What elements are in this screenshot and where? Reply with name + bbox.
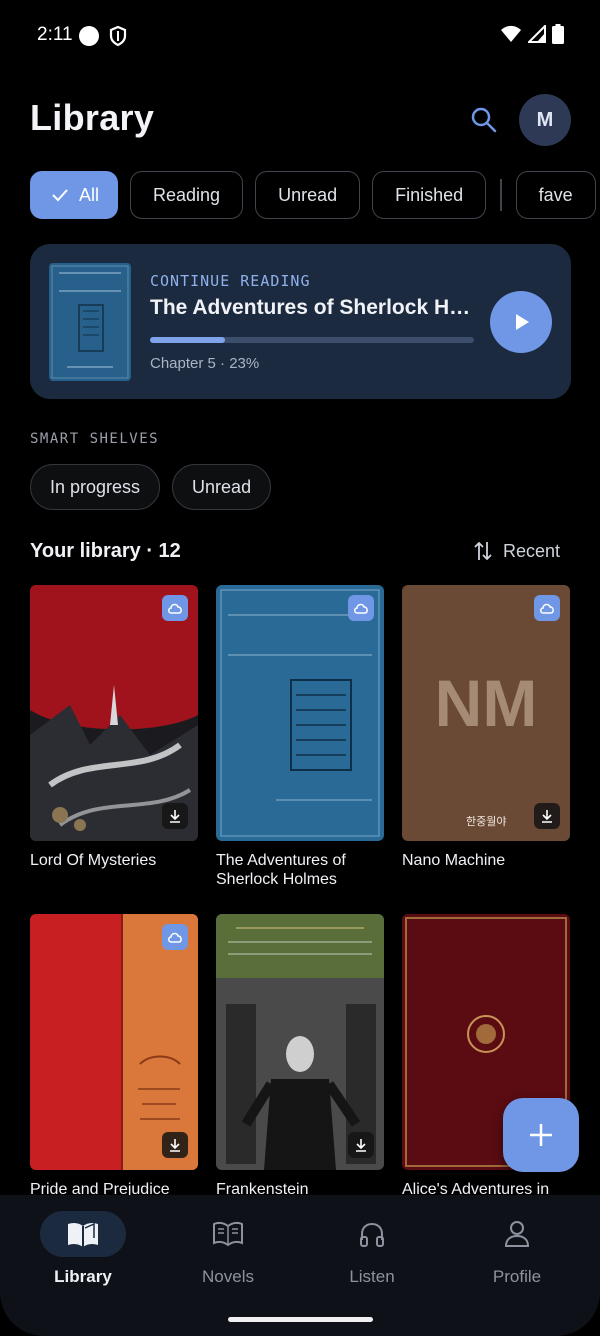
status-icons: [500, 24, 564, 44]
smart-shelves-heading: SMART SHELVES: [30, 431, 160, 447]
add-book-button[interactable]: [503, 1098, 579, 1172]
search-icon: [471, 107, 497, 133]
book-cover: [30, 585, 198, 841]
notification-dot-icon: [79, 26, 99, 46]
continue-meta: Chapter 5 · 23%: [150, 355, 260, 372]
book-card-frankenstein[interactable]: Frankenstein: [216, 914, 384, 1199]
wifi-icon: [501, 25, 521, 42]
book-card-lord-of-mysteries[interactable]: Lord Of Mysteries: [30, 585, 198, 870]
play-button[interactable]: [490, 291, 552, 353]
battery-icon: [552, 24, 564, 44]
nav-library[interactable]: Library: [23, 1211, 143, 1287]
page-title: Library: [30, 97, 155, 138]
plus-icon: [530, 1124, 552, 1146]
downloaded-icon: [162, 803, 188, 829]
filter-chip-label: fave: [538, 184, 573, 205]
cloud-sync-icon: [534, 595, 560, 621]
downloaded-icon: [348, 1132, 374, 1158]
book-title: The Adventures of Sherlock Holmes: [216, 852, 346, 888]
book-cover: [216, 585, 384, 841]
nav-novels[interactable]: Novels: [168, 1211, 288, 1287]
filter-chip-label: Reading: [153, 184, 221, 205]
cloud-sync-icon: [162, 595, 188, 621]
reading-progress-bar: [150, 337, 474, 343]
continue-eyebrow: CONTINUE READING: [150, 272, 311, 290]
book-cover: NM 한중월야: [402, 585, 570, 841]
nav-indicator: [185, 1211, 271, 1257]
chip-divider: [500, 179, 502, 211]
open-book-icon: [213, 1221, 243, 1247]
continue-reading-card[interactable]: CONTINUE READING The Adventures of Sherl…: [30, 244, 571, 399]
book-title: Lord Of Mysteries: [30, 852, 157, 869]
signal-icon: [528, 25, 546, 43]
person-icon: [504, 1221, 530, 1247]
play-icon: [516, 314, 529, 330]
nav-label: Library: [54, 1267, 112, 1286]
book-card-pride-and-prejudice[interactable]: Pride and Prejudice: [30, 914, 198, 1199]
book-title: Nano Machine: [402, 852, 506, 869]
shelf-unread[interactable]: Unread: [172, 464, 272, 510]
bottom-navigation: Library Novels Listen Profile: [0, 1195, 600, 1336]
home-indicator[interactable]: [228, 1317, 373, 1322]
status-time: 2:11: [37, 24, 73, 45]
check-icon: [52, 189, 68, 202]
filter-chip-label: Unread: [278, 184, 338, 205]
nav-listen[interactable]: Listen: [312, 1211, 432, 1287]
nav-label: Novels: [202, 1267, 254, 1286]
book-cover: [30, 914, 198, 1170]
sort-label: Recent: [502, 540, 560, 561]
filter-chip-label: All: [79, 184, 100, 205]
downloaded-icon: [534, 803, 560, 829]
shield-icon: [108, 25, 128, 52]
filter-chip-unread[interactable]: Unread: [255, 171, 361, 219]
filter-chips: All Reading Unread Finished fave: [30, 171, 596, 219]
book-cover: [216, 914, 384, 1170]
headphones-icon: [360, 1222, 384, 1247]
cover-subtitle: 한중월야: [466, 816, 507, 828]
sort-button[interactable]: Recent: [473, 540, 560, 562]
nav-indicator: [329, 1211, 415, 1257]
shelf-in-progress[interactable]: In progress: [30, 464, 161, 510]
library-book-icon: [68, 1222, 98, 1247]
continue-book-title: The Adventures of Sherlock Holmes: [150, 296, 475, 319]
nav-label: Listen: [349, 1267, 395, 1286]
nav-indicator: [40, 1211, 126, 1257]
downloaded-icon: [162, 1132, 188, 1158]
continue-book-cover: [49, 263, 131, 381]
filter-chip-label: Finished: [395, 184, 464, 205]
filter-chip-fave[interactable]: fave: [515, 171, 596, 219]
nav-profile[interactable]: Profile: [457, 1211, 577, 1287]
reading-progress-fill: [150, 337, 225, 343]
avatar[interactable]: M: [519, 94, 571, 146]
status-bar: 2:11: [0, 0, 600, 70]
nav-indicator: [474, 1211, 560, 1257]
library-heading: Your library · 12: [30, 540, 181, 562]
filter-chip-all[interactable]: All: [30, 171, 119, 219]
smart-shelves: In progress Unread: [30, 464, 272, 510]
cover-initials: NM: [434, 666, 538, 740]
search-button[interactable]: [466, 102, 502, 138]
filter-chip-reading[interactable]: Reading: [130, 171, 244, 219]
sort-icon: [474, 541, 492, 561]
nav-label: Profile: [492, 1267, 542, 1286]
cloud-sync-icon: [348, 595, 374, 621]
cloud-sync-icon: [162, 924, 188, 950]
book-card-sherlock-holmes[interactable]: The Adventures of Sherlock Holmes: [216, 585, 384, 889]
book-card-nano-machine[interactable]: NM 한중월야 Nano Machine: [402, 585, 570, 870]
filter-chip-finished[interactable]: Finished: [372, 171, 487, 219]
